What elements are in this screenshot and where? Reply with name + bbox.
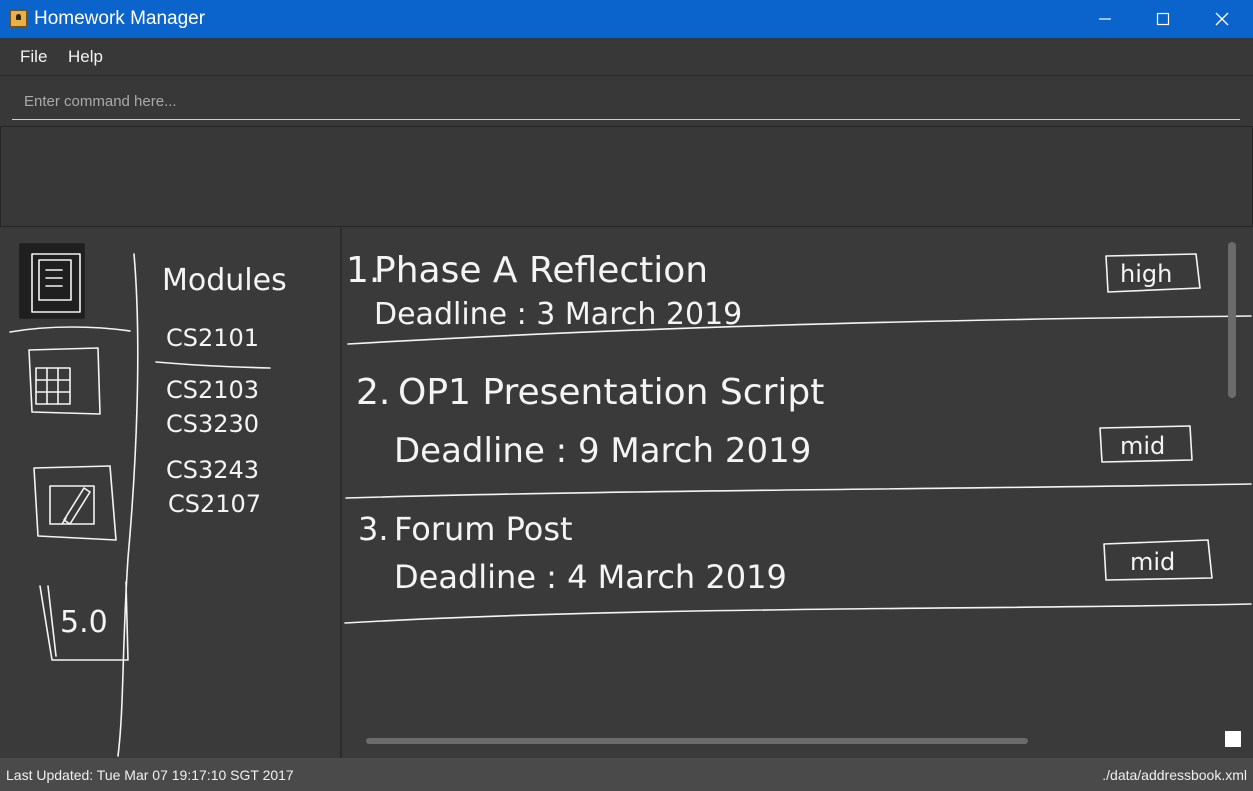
vertical-scrollbar[interactable] [1228, 242, 1236, 398]
minimize-icon [1099, 18, 1111, 20]
task-title: OP1 Presentation Script [398, 372, 824, 413]
minimize-button[interactable] [1077, 0, 1133, 38]
close-icon [1215, 12, 1229, 26]
priority-label: mid [1130, 548, 1175, 576]
grade-label: 5.0 [60, 605, 108, 640]
status-bar: Last Updated: Tue Mar 07 19:17:10 SGT 20… [0, 758, 1253, 791]
maximize-icon [1156, 12, 1170, 26]
sketch-canvas: 5.0 Modules CS2101 CS2103 CS3230 CS3243 … [9, 243, 1252, 757]
task-title: Phase A Reflection [374, 250, 708, 291]
task-number: 3. [358, 510, 389, 548]
menu-bar: File Help [0, 38, 1253, 76]
horizontal-scrollbar[interactable] [366, 738, 1028, 744]
menu-file[interactable]: File [20, 47, 47, 67]
priority-label: high [1120, 260, 1172, 288]
result-display [0, 126, 1253, 227]
module-item[interactable]: CS2107 [168, 490, 261, 518]
resize-grip[interactable] [1225, 731, 1241, 747]
calendar-icon[interactable] [28, 347, 101, 415]
module-item[interactable]: CS2103 [166, 376, 259, 404]
task-title: Forum Post [394, 510, 573, 548]
module-item[interactable]: CS3243 [166, 456, 259, 484]
module-item[interactable]: CS2101 [166, 324, 259, 352]
file-path-status: ./data/addressbook.xml [1102, 767, 1247, 783]
app-icon [10, 10, 27, 27]
task-card-3[interactable]: 3. Forum Post Deadline : 4 March 2019 mi… [358, 510, 1175, 596]
maximize-button[interactable] [1135, 0, 1191, 38]
module-item[interactable]: CS3230 [166, 410, 259, 438]
priority-label: mid [1120, 432, 1165, 460]
task-number: 2. [356, 372, 390, 413]
window-title: Homework Manager [34, 8, 206, 29]
last-updated-status: Last Updated: Tue Mar 07 19:17:10 SGT 20… [6, 767, 294, 783]
edit-icon[interactable] [33, 465, 117, 541]
close-button[interactable] [1194, 0, 1250, 38]
task-card-2[interactable]: 2. OP1 Presentation Script Deadline : 9 … [356, 372, 1165, 471]
task-deadline: Deadline : 4 March 2019 [394, 558, 787, 596]
modules-heading: Modules [162, 263, 287, 298]
task-deadline: Deadline : 9 March 2019 [394, 431, 811, 471]
menu-help[interactable]: Help [68, 47, 103, 67]
title-bar: Homework Manager [0, 0, 1253, 38]
command-input[interactable] [12, 84, 1240, 120]
list-icon[interactable] [9, 243, 131, 333]
task-deadline: Deadline : 3 March 2019 [374, 297, 742, 332]
